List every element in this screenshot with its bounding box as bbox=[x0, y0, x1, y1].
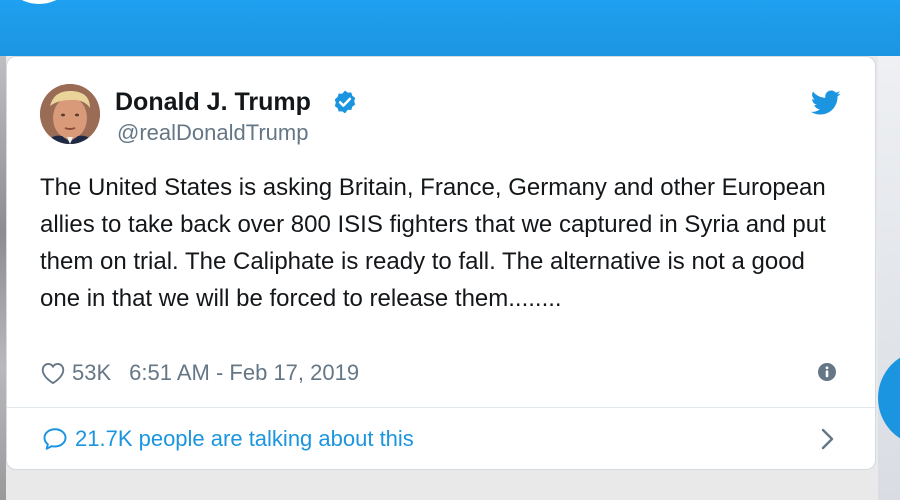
tweet-text: The United States is asking Britain, Fra… bbox=[40, 174, 826, 312]
author-handle[interactable]: @realDonaldTrump bbox=[117, 120, 308, 146]
tweet-meta: 53K 6:51 AM - Feb 17, 2019 bbox=[40, 359, 359, 387]
speech-bubble-icon bbox=[43, 428, 67, 450]
like-count[interactable]: 53K bbox=[72, 360, 111, 386]
twitter-bird-icon[interactable] bbox=[811, 90, 841, 116]
conversation-count[interactable]: 21.7K people are talking about this bbox=[75, 426, 414, 452]
tweet-card[interactable]: Donald J. Trump @realDonaldTrump The Uni… bbox=[6, 56, 876, 470]
chevron-right-icon[interactable] bbox=[819, 426, 837, 452]
author-name[interactable]: Donald J. Trump bbox=[115, 88, 311, 116]
avatar[interactable] bbox=[40, 84, 100, 144]
top-blue-band bbox=[0, 0, 900, 56]
heart-icon[interactable] bbox=[40, 361, 66, 385]
info-icon[interactable] bbox=[817, 362, 837, 382]
tweet-timestamp[interactable]: 6:51 AM - Feb 17, 2019 bbox=[129, 360, 359, 386]
conversation-link[interactable]: 21.7K people are talking about this bbox=[7, 408, 875, 470]
verified-badge-icon bbox=[334, 90, 356, 114]
